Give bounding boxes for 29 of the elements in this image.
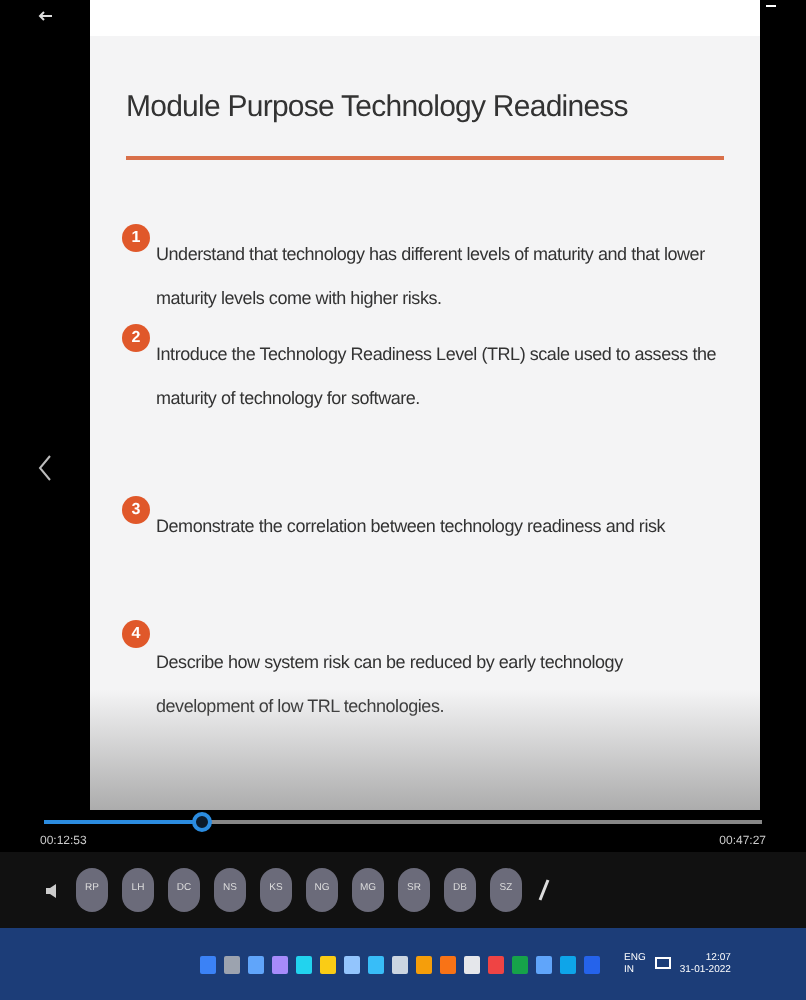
progress-thumb[interactable] bbox=[191, 812, 212, 832]
number-badge: 4 bbox=[122, 619, 150, 647]
app-icon[interactable] bbox=[464, 955, 480, 973]
pencil-icon[interactable] bbox=[536, 878, 552, 902]
app-icon[interactable] bbox=[416, 955, 432, 973]
app-icon[interactable] bbox=[272, 955, 288, 973]
slide-title: Module Purpose Technology Readiness bbox=[126, 88, 630, 128]
number-badge: 2 bbox=[122, 323, 150, 351]
previous-chevron-icon[interactable] bbox=[37, 454, 53, 482]
app-icon[interactable] bbox=[560, 955, 576, 973]
objective-text: Demonstrate the correlation between technology readiness and risk bbox=[156, 513, 666, 540]
network-icon[interactable] bbox=[653, 956, 672, 972]
app-icon[interactable] bbox=[392, 955, 408, 973]
number-badge: 1 bbox=[122, 223, 150, 251]
app-icon[interactable] bbox=[224, 955, 240, 973]
minimize-icon[interactable] bbox=[766, 0, 776, 12]
app-icon[interactable] bbox=[536, 955, 552, 973]
objective-text: Describe how system risk can be reduced by early technology development of low TRL technologies. bbox=[156, 649, 625, 720]
app-icon[interactable] bbox=[368, 955, 384, 973]
speaker-icon[interactable] bbox=[44, 881, 62, 899]
app-icon[interactable] bbox=[440, 955, 456, 973]
back-arrow-icon[interactable] bbox=[37, 8, 53, 24]
objective-text: Understand that technology has different levels of maturity and that lower maturity levels come with higher risks. bbox=[156, 241, 707, 312]
app-icon[interactable] bbox=[344, 955, 360, 973]
number-badge: 3 bbox=[122, 495, 150, 523]
app-icon[interactable] bbox=[296, 955, 312, 973]
objective-text: Introduce the Technology Readiness Level (TRL) scale used to assess the maturity of technology for software. bbox=[156, 341, 719, 412]
app-icon[interactable] bbox=[320, 955, 336, 973]
app-icon[interactable] bbox=[248, 955, 264, 973]
